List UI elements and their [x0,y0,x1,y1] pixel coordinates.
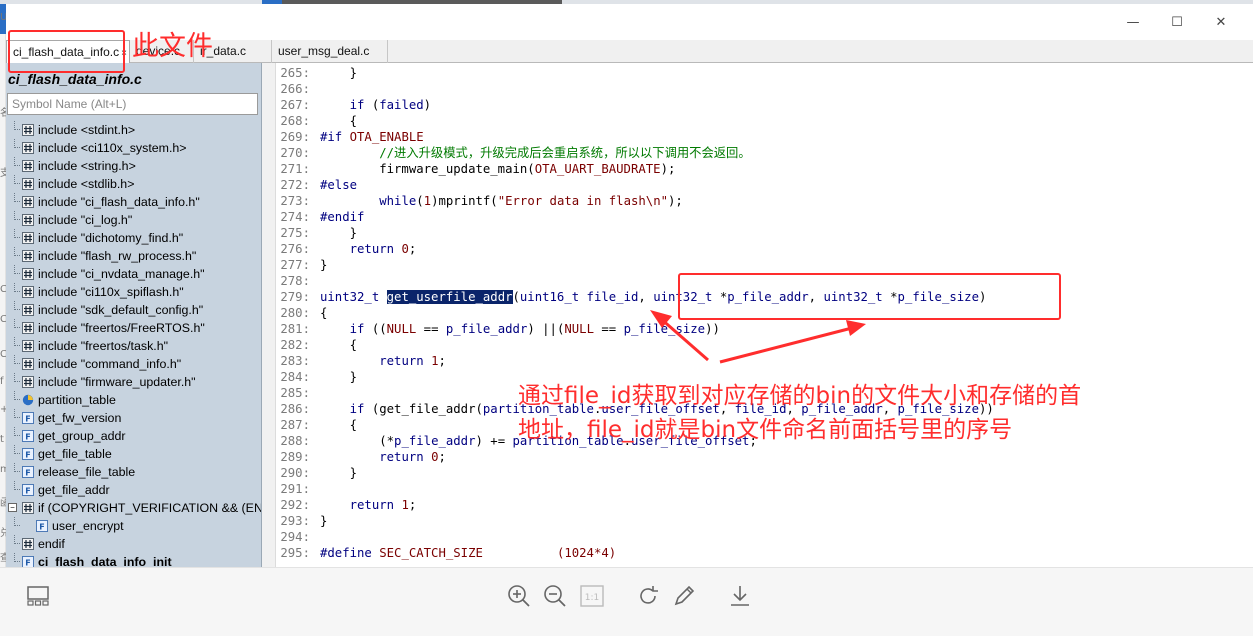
zoom-in-icon[interactable] [507,584,531,608]
actual-size-icon[interactable]: 1:1 [580,584,604,608]
rotate-icon[interactable] [636,584,660,608]
layout-icon[interactable] [26,584,50,608]
explain-line-1: 通过file_id获取到对应存储的bin的文件大小和存储的首 [518,383,1082,409]
arrow-to-file-id [659,316,709,362]
download-icon[interactable] [728,584,752,608]
arrow-head-params [846,320,866,336]
arrow-to-params [719,326,853,364]
bottom-toolbar: 1:1 [0,567,1253,636]
actual-size-label: 1:1 [585,593,599,603]
annotation-arrows [650,310,866,364]
zoom-out-icon[interactable] [543,584,567,608]
edit-icon[interactable] [672,584,696,608]
explain-line-2: 地址，file_id就是bin文件命名前面括号里的序号 [518,417,1013,443]
